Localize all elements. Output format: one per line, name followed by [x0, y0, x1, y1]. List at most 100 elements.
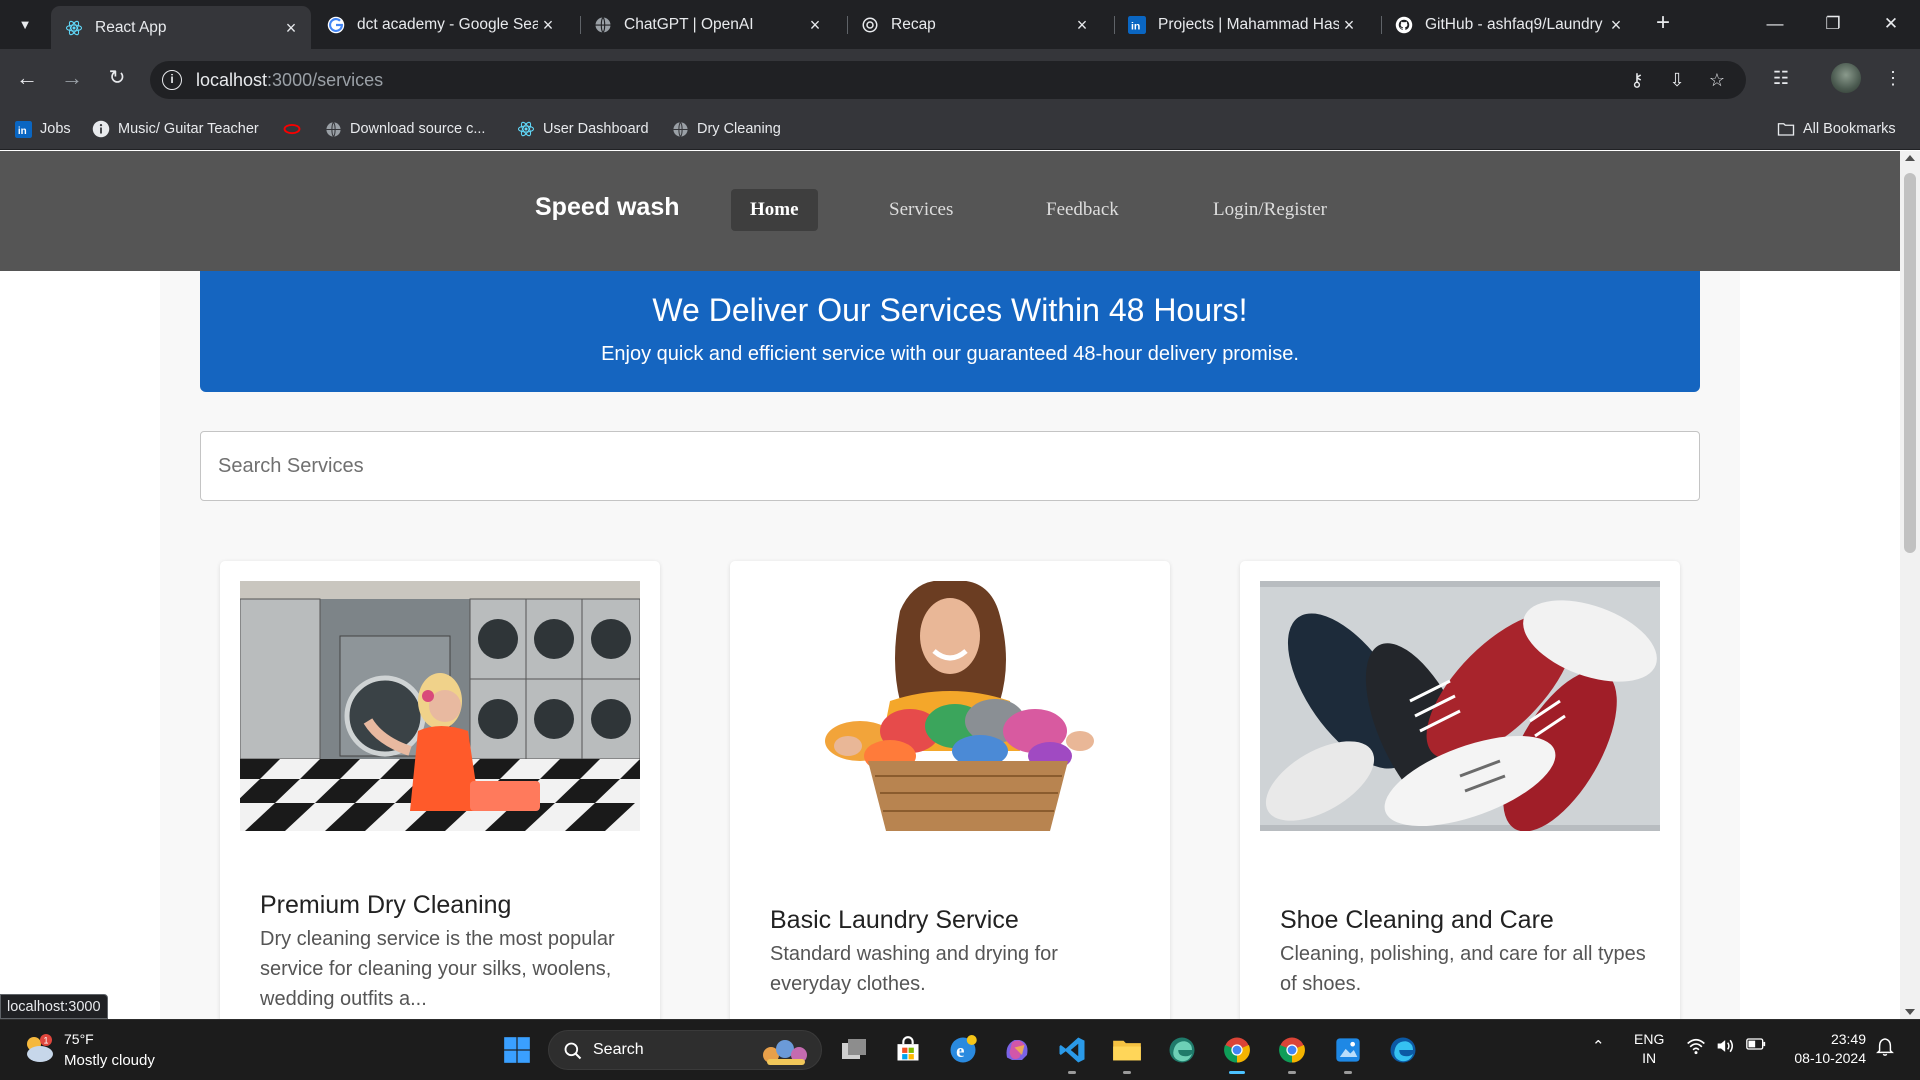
edge-beta-icon[interactable]: [1165, 1033, 1199, 1067]
service-card-premium-dry-cleaning[interactable]: Premium Dry Cleaning Dry cleaning servic…: [220, 561, 660, 1019]
bookmark-dry-cleaning[interactable]: Dry Cleaning: [671, 118, 781, 140]
task-view-icon[interactable]: [837, 1033, 871, 1067]
chrome-icon-active[interactable]: [1220, 1033, 1254, 1074]
openai-icon: [861, 16, 879, 34]
windows-taskbar: 1 75°F Mostly cloudy Search e ⌃ ENG IN 2…: [0, 1019, 1920, 1080]
image-app-icon[interactable]: [1331, 1033, 1365, 1074]
close-tab-icon[interactable]: ×: [281, 18, 301, 38]
chrome-icon[interactable]: [1275, 1033, 1309, 1074]
edge-icon[interactable]: [1386, 1033, 1420, 1067]
tab-google-search[interactable]: dct academy - Google Sea ×: [313, 8, 568, 41]
service-title: Basic Laundry Service: [770, 906, 1019, 934]
tab-recap[interactable]: Recap ×: [847, 8, 1102, 41]
scrollbar-thumb[interactable]: [1904, 173, 1916, 553]
service-card-shoe-cleaning[interactable]: Shoe Cleaning and Care Cleaning, polishi…: [1240, 561, 1680, 1019]
close-tab-icon[interactable]: ×: [538, 15, 558, 35]
address-path: :3000/services: [267, 70, 384, 90]
page-viewport: Speed wash Home Services Feedback Login/…: [0, 151, 1900, 1019]
bookmark-download-source[interactable]: Download source c...: [324, 118, 485, 140]
taskbar-search-label: Search: [593, 1041, 644, 1058]
weather-badge: 1: [44, 1036, 49, 1046]
service-description: Cleaning, polishing, and care for all ty…: [1280, 943, 1646, 995]
brand-logo[interactable]: Speed wash: [535, 193, 680, 222]
bookmark-label: Dry Cleaning: [697, 121, 781, 137]
close-tab-icon[interactable]: ×: [805, 15, 825, 35]
react-icon: [65, 19, 83, 37]
browser-toolbar: ← → ↻ i localhost:3000/services ⚷ ⇩ ☆ ☷ …: [0, 49, 1920, 108]
app-running-indicator: [1344, 1071, 1352, 1074]
bookmark-label: Jobs: [40, 121, 71, 137]
kebab-menu-icon[interactable]: ⋮: [1880, 65, 1906, 91]
file-explorer-icon[interactable]: [1110, 1033, 1144, 1074]
nav-services[interactable]: Services: [870, 189, 972, 231]
back-arrow-icon[interactable]: ←: [12, 63, 42, 93]
minimize-icon[interactable]: —: [1760, 12, 1790, 38]
service-card-basic-laundry[interactable]: Basic Laundry Service Standard washing a…: [730, 561, 1170, 1019]
reload-icon[interactable]: ↻: [102, 63, 132, 93]
close-window-icon[interactable]: ✕: [1876, 12, 1906, 38]
password-key-icon[interactable]: ⚷: [1625, 68, 1649, 92]
language-code: ENG: [1634, 1031, 1665, 1047]
notification-bell-icon[interactable]: [1876, 1037, 1894, 1061]
app-running-indicator: [1288, 1071, 1296, 1074]
language-indicator[interactable]: ENG IN: [1634, 1030, 1664, 1068]
linkedin-icon: in: [1128, 15, 1146, 34]
bookmark-oval[interactable]: [283, 118, 309, 140]
weather-cloudy-icon[interactable]: 1: [22, 1032, 56, 1066]
nav-login-register[interactable]: Login/Register: [1194, 189, 1346, 231]
close-tab-icon[interactable]: ×: [1072, 15, 1092, 35]
bookmark-jobs[interactable]: in Jobs: [14, 118, 71, 140]
nav-feedback[interactable]: Feedback: [1027, 189, 1138, 231]
bookmark-user-dashboard[interactable]: User Dashboard: [517, 118, 649, 140]
taskbar-search-box[interactable]: Search: [548, 1030, 822, 1070]
tab-title: Projects | Mahammad Has: [1158, 15, 1339, 33]
site-info-icon[interactable]: i: [162, 70, 182, 90]
install-app-icon[interactable]: ⇩: [1665, 68, 1689, 92]
all-bookmarks-button[interactable]: All Bookmarks: [1777, 118, 1896, 140]
microsoft-store-icon[interactable]: [891, 1033, 925, 1067]
google-icon: [327, 16, 345, 34]
battery-icon[interactable]: [1746, 1037, 1766, 1055]
status-bar-url: localhost:3000: [0, 994, 108, 1019]
tab-title: Recap: [891, 15, 936, 33]
tab-chatgpt[interactable]: ChatGPT | OpenAI ×: [580, 8, 835, 41]
forward-arrow-icon[interactable]: →: [57, 63, 87, 93]
nav-home[interactable]: Home: [731, 189, 818, 231]
show-hidden-icons-chevron-icon[interactable]: ⌃: [1592, 1037, 1605, 1055]
delivery-banner: We Deliver Our Services Within 48 Hours!…: [200, 271, 1700, 392]
system-clock[interactable]: 23:49 08-10-2024: [1786, 1030, 1866, 1068]
tab-search-chevron-icon[interactable]: ▼: [14, 14, 36, 36]
tab-react-app[interactable]: React App ×: [51, 6, 311, 49]
bookmark-music-guitar-teacher[interactable]: Music/ Guitar Teacher: [92, 118, 259, 140]
app-running-indicator: [1229, 1071, 1245, 1074]
address-bar[interactable]: i localhost:3000/services ⚷ ⇩ ☆: [150, 61, 1746, 99]
bookmark-star-icon[interactable]: ☆: [1705, 68, 1729, 92]
internet-explorer-icon[interactable]: e: [946, 1033, 980, 1067]
windows-start-icon[interactable]: [500, 1033, 534, 1067]
service-title: Shoe Cleaning and Care: [1280, 906, 1554, 934]
search-services-input[interactable]: [200, 431, 1700, 501]
wifi-icon[interactable]: [1686, 1037, 1706, 1059]
close-tab-icon[interactable]: ×: [1606, 15, 1626, 35]
page-scrollbar[interactable]: [1900, 151, 1920, 1019]
services-content: We Deliver Our Services Within 48 Hours!…: [160, 271, 1740, 1019]
close-tab-icon[interactable]: ×: [1339, 15, 1359, 35]
copilot-icon[interactable]: [1000, 1033, 1034, 1067]
bookmarks-bar: in Jobs Music/ Guitar Teacher Download s…: [0, 108, 1920, 150]
new-tab-plus-icon[interactable]: +: [1651, 11, 1675, 36]
search-highlight-icon: [763, 1040, 807, 1065]
tab-github[interactable]: GitHub - ashfaq9/Laundry ×: [1381, 8, 1636, 41]
volume-icon[interactable]: [1716, 1037, 1736, 1059]
restore-icon[interactable]: ❐: [1818, 12, 1848, 38]
scroll-up-arrow-icon[interactable]: [1905, 155, 1915, 161]
service-description: Dry cleaning service is the most popular…: [260, 928, 615, 1010]
vscode-icon[interactable]: [1055, 1033, 1089, 1074]
profile-avatar[interactable]: [1831, 63, 1861, 93]
react-icon: [517, 120, 535, 138]
address-url[interactable]: localhost:3000/services: [196, 70, 383, 91]
folder-icon: [1777, 120, 1795, 138]
tab-linkedin-projects[interactable]: in Projects | Mahammad Has ×: [1114, 8, 1369, 41]
extensions-puzzle-icon[interactable]: ☷: [1768, 65, 1794, 91]
scroll-down-arrow-icon[interactable]: [1905, 1009, 1915, 1015]
globe-icon: [594, 16, 612, 34]
